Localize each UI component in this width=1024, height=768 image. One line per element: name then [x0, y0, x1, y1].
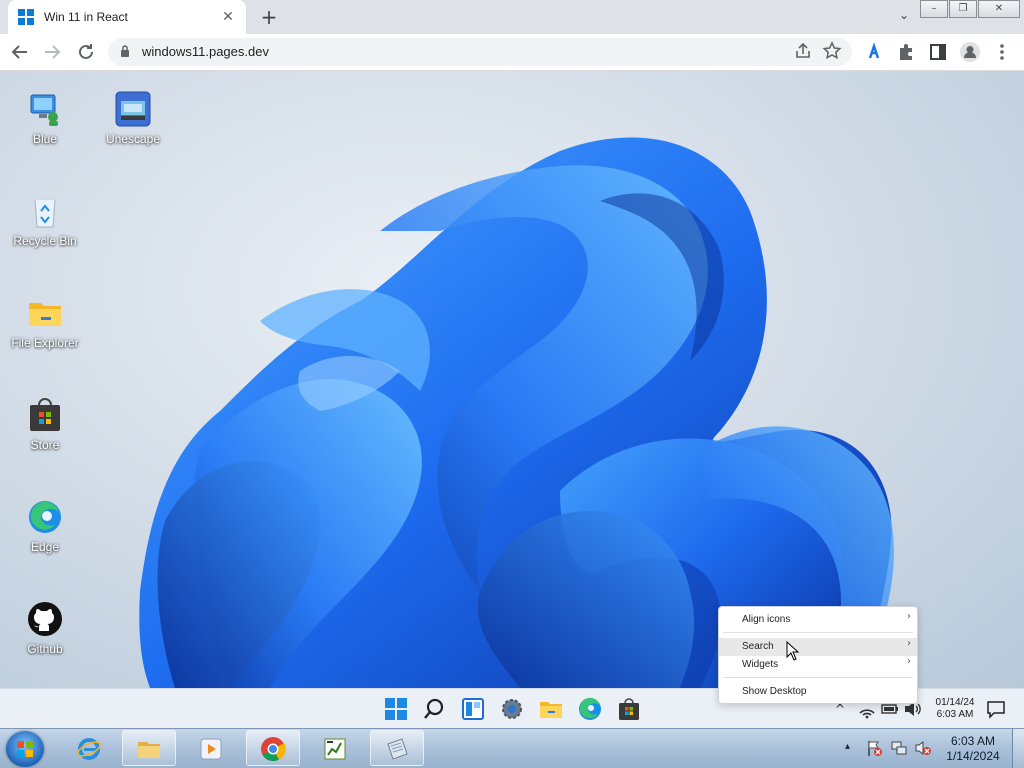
menu-item-search[interactable]: Search ›	[719, 638, 917, 656]
lock-icon	[121, 45, 129, 57]
taskbar-app-notepad[interactable]	[370, 730, 424, 766]
close-window-button[interactable]: ✕	[978, 0, 1020, 18]
desktop-icon-label: Unescape	[105, 132, 161, 146]
win7-time: 6:03 AM	[950, 734, 996, 748]
desktop-icon-edge[interactable]: Edge	[10, 499, 80, 556]
volume-muted-icon[interactable]	[914, 739, 932, 761]
reload-icon[interactable]	[74, 40, 98, 64]
address-bar[interactable]: windows11.pages.dev	[108, 38, 852, 66]
start-icon[interactable]	[384, 697, 408, 721]
menu-item-align-icons[interactable]: Align icons ›	[719, 611, 917, 629]
new-tab-button[interactable]: +	[258, 6, 280, 28]
menu-item-label: Show Desktop	[742, 686, 807, 697]
bookmark-star-icon[interactable]	[822, 41, 842, 65]
desktop-icon-github[interactable]: Github	[10, 601, 80, 658]
store-bag-icon	[27, 397, 63, 433]
browser-tab[interactable]: Win 11 in React ✕	[8, 0, 246, 34]
widgets-icon[interactable]	[461, 697, 485, 721]
minimize-button[interactable]: –	[920, 0, 948, 18]
extensions-puzzle-icon[interactable]	[894, 40, 918, 64]
tray-expand-chevron-icon[interactable]: ▴	[845, 741, 850, 752]
network-icon[interactable]	[890, 739, 908, 761]
folder-icon	[27, 295, 63, 331]
windows-logo-icon	[18, 9, 34, 25]
desktop-icon-label: Github	[27, 642, 63, 656]
submenu-arrow-icon: ›	[907, 656, 911, 667]
win11-clock[interactable]: 01/14/24 6:03 AM	[930, 697, 980, 721]
submenu-arrow-icon: ›	[907, 638, 911, 649]
win11-date: 01/14/24	[935, 697, 975, 708]
desktop-icon-label: Blue	[32, 132, 58, 146]
spreadsheet-chart-icon	[324, 738, 346, 760]
browser-toolbar: windows11.pages.dev	[0, 34, 1024, 71]
store-icon[interactable]	[617, 697, 641, 721]
menu-item-label: Widgets	[742, 659, 779, 670]
desktop-icon-blue[interactable]: Blue	[10, 91, 80, 148]
taskbar-app-chart[interactable]	[308, 730, 362, 766]
win7-clock[interactable]: 6:03 AM 1/14/2024	[938, 734, 1008, 764]
notepad-icon	[387, 738, 408, 760]
desktop-icon-file-explorer[interactable]: File Explorer	[10, 295, 80, 352]
profile-avatar-icon[interactable]	[958, 40, 982, 64]
mouse-cursor-icon	[786, 641, 800, 661]
menu-separator	[723, 677, 913, 678]
url-text: windows11.pages.dev	[142, 44, 269, 59]
media-player-icon	[200, 738, 222, 760]
desktop[interactable]: Blue Unescape Recycle Bin File Explorer	[0, 71, 1024, 688]
desktop-icon-label: Edge	[30, 540, 60, 554]
action-center-flag-icon[interactable]	[866, 739, 882, 761]
window-controls: – ❐ ✕	[920, 0, 1020, 18]
tab-search-chevron-icon[interactable]: ⌄	[894, 8, 914, 26]
taskbar-context-menu: Align icons › Search › Widgets › Show De…	[718, 606, 918, 704]
search-icon[interactable]	[422, 697, 446, 721]
submenu-arrow-icon: ›	[907, 611, 911, 622]
restore-button[interactable]: ❐	[949, 0, 977, 18]
desktop-icon-store[interactable]: Store	[10, 397, 80, 454]
menu-item-show-desktop[interactable]: Show Desktop	[719, 683, 917, 701]
browser-tab-strip: Win 11 in React ✕ + ⌄ – ❐ ✕	[0, 0, 1024, 34]
settings-icon[interactable]	[500, 697, 524, 721]
wallpaper-bloom	[139, 137, 894, 688]
notification-icon[interactable]	[986, 697, 1006, 729]
file-explorer-icon[interactable]	[539, 697, 563, 721]
menu-item-label: Search	[742, 641, 774, 652]
github-icon	[27, 601, 63, 637]
taskbar-chrome[interactable]	[246, 730, 300, 766]
taskbar-internet-explorer[interactable]	[62, 730, 116, 766]
tab-close-icon[interactable]: ✕	[220, 9, 236, 25]
chrome-icon	[261, 737, 286, 762]
edge-icon	[27, 499, 63, 535]
taskbar-file-explorer[interactable]	[122, 730, 176, 766]
edge-icon[interactable]	[578, 697, 602, 721]
tab-title: Win 11 in React	[44, 10, 128, 24]
win11-time: 6:03 AM	[936, 709, 974, 720]
unescape-app-icon	[115, 91, 151, 127]
desktop-icon-recycle-bin[interactable]: Recycle Bin	[10, 193, 80, 250]
menu-separator	[723, 632, 913, 633]
win7-taskbar: ▴ 6:03 AM 1/14/2024	[0, 728, 1024, 768]
taskbar-media-player[interactable]	[184, 730, 238, 766]
forward-arrow-icon[interactable]	[40, 40, 64, 64]
extension-blue-icon[interactable]	[862, 40, 886, 64]
menu-item-widgets[interactable]: Widgets ›	[719, 656, 917, 674]
share-icon[interactable]	[794, 42, 812, 64]
internet-explorer-icon	[77, 738, 101, 760]
browser-menu-icon[interactable]	[990, 40, 1014, 64]
back-arrow-icon[interactable]	[8, 40, 32, 64]
show-desktop-button[interactable]	[1012, 729, 1024, 768]
menu-item-label: Align icons	[742, 614, 791, 625]
desktop-icon-label: Recycle Bin	[13, 234, 77, 248]
screen: Win 11 in React ✕ + ⌄ – ❐ ✕ windows11.pa…	[0, 0, 1024, 768]
recycle-bin-icon	[27, 193, 63, 229]
desktop-icon-unescape[interactable]: Unescape	[98, 91, 168, 148]
win7-start-button[interactable]	[6, 731, 44, 767]
side-panel-icon[interactable]	[926, 40, 950, 64]
windows-flag-icon	[17, 741, 33, 757]
folder-icon	[138, 742, 160, 758]
desktop-icon-label: Store	[30, 438, 60, 452]
blue-computer-icon	[27, 91, 63, 127]
desktop-icon-label: File Explorer	[11, 336, 79, 350]
win7-date: 1/14/2024	[946, 749, 1000, 763]
